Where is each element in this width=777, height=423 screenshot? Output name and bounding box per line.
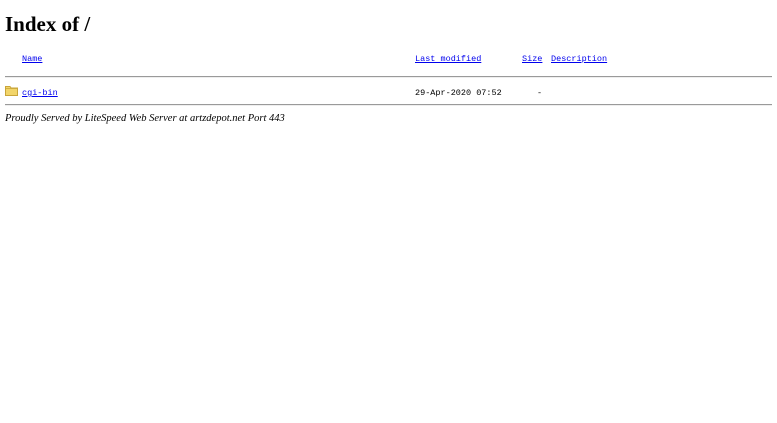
folder-icon: [5, 86, 18, 96]
footer-divider: [5, 104, 772, 106]
row-size: -: [537, 88, 543, 98]
row-last-modified: 29-Apr-2020 07:52: [415, 88, 502, 98]
page-title: Index of /: [5, 12, 91, 36]
column-header-last-modified[interactable]: Last modified: [415, 54, 481, 65]
column-header-description[interactable]: Description: [551, 54, 607, 65]
server-footer: Proudly Served by LiteSpeed Web Server a…: [5, 113, 285, 124]
header-divider: [5, 76, 772, 78]
row-name-link[interactable]: cgi-bin: [22, 88, 58, 99]
column-header-name[interactable]: Name: [22, 54, 42, 65]
column-header-size[interactable]: Size: [522, 54, 542, 65]
